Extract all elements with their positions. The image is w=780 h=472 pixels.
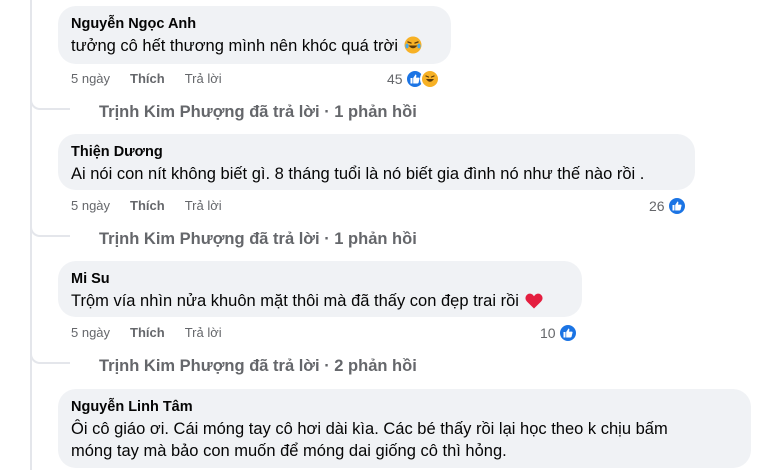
separator-dot: ·: [324, 103, 330, 121]
reply-button[interactable]: Trả lời: [185, 70, 222, 88]
comment-bubble: Nguyễn Ngọc Anh tưởng cô hết thương mình…: [58, 6, 451, 64]
replier-name: Trịnh Kim Phượng: [99, 103, 245, 121]
comment-timestamp[interactable]: 5 ngày: [71, 197, 110, 215]
reaction-count: 45: [387, 71, 403, 87]
reaction-summary[interactable]: 45: [387, 68, 440, 90]
replier-action: đã trả lời: [249, 103, 320, 121]
reaction-count: 10: [540, 325, 556, 341]
comment-author[interactable]: Mi Su: [71, 270, 569, 288]
like-button[interactable]: Thích: [130, 70, 165, 88]
comment-actions: 5 ngày Thích Trả lời: [71, 197, 242, 215]
replier-name: Trịnh Kim Phượng: [99, 230, 245, 248]
comment-text: tưởng cô hết thương mình nên khóc quá tr…: [71, 35, 438, 60]
replier-action: đã trả lời: [249, 230, 320, 248]
replier-name: Trịnh Kim Phượng: [99, 357, 245, 375]
reaction-count: 26: [649, 198, 665, 214]
reaction-summary[interactable]: 26: [649, 195, 687, 217]
laughing-tears-emoji-icon: [404, 36, 422, 60]
comment-timestamp[interactable]: 5 ngày: [71, 324, 110, 342]
haha-reaction-icon: [419, 69, 440, 89]
view-replies-link[interactable]: Trịnh Kim Phượng đã trả lời · 1 phản hồi: [99, 228, 417, 250]
comment-actions: 5 ngày Thích Trả lời: [71, 70, 242, 88]
separator-dot: ·: [324, 357, 330, 375]
comment-author[interactable]: Nguyễn Ngọc Anh: [71, 15, 438, 33]
reaction-summary[interactable]: 10: [540, 322, 578, 344]
comment-bubble: Mi Su Trộm vía nhìn nửa khuôn mặt thôi m…: [58, 261, 582, 317]
comment-bubble: Nguyễn Linh Tâm Ôi cô giáo ơi. Cái móng …: [58, 389, 751, 468]
comment-text: Trộm vía nhìn nửa khuôn mặt thôi mà đã t…: [71, 290, 569, 315]
comment-author[interactable]: Thiện Dương: [71, 143, 682, 161]
like-reaction-icon: [557, 323, 578, 343]
reply-count: 1 phản hồi: [334, 230, 417, 248]
comment-actions: 5 ngày Thích Trả lời: [71, 324, 242, 342]
separator-dot: ·: [324, 230, 330, 248]
reply-button[interactable]: Trả lời: [185, 197, 222, 215]
comment-timestamp[interactable]: 5 ngày: [71, 70, 110, 88]
thread-connector: [30, 98, 70, 110]
replier-action: đã trả lời: [249, 357, 320, 375]
reply-count: 1 phản hồi: [334, 103, 417, 121]
thread-connector: [30, 352, 70, 364]
reply-count: 2 phản hồi: [334, 357, 417, 375]
view-replies-link[interactable]: Trịnh Kim Phượng đã trả lời · 1 phản hồi: [99, 101, 417, 123]
red-heart-emoji-icon: [525, 293, 543, 315]
like-reaction-icon: [666, 196, 687, 216]
like-button[interactable]: Thích: [130, 324, 165, 342]
comment-text: Ai nói con nít không biết gì. 8 tháng tu…: [71, 165, 645, 183]
comment-author[interactable]: Nguyễn Linh Tâm: [71, 398, 738, 416]
thread-connector: [30, 225, 70, 237]
reply-button[interactable]: Trả lời: [185, 324, 222, 342]
comment-text-line-2: móng tay mà bảo con muốn để móng dai giố…: [71, 442, 507, 460]
comment-text-line-1: Ôi cô giáo ơi. Cái móng tay cô hơi dài k…: [71, 420, 668, 438]
comment-bubble: Thiện Dương Ai nói con nít không biết gì…: [58, 134, 695, 190]
like-button[interactable]: Thích: [130, 197, 165, 215]
view-replies-link[interactable]: Trịnh Kim Phượng đã trả lời · 2 phản hồi: [99, 355, 417, 377]
thread-line: [30, 0, 32, 470]
